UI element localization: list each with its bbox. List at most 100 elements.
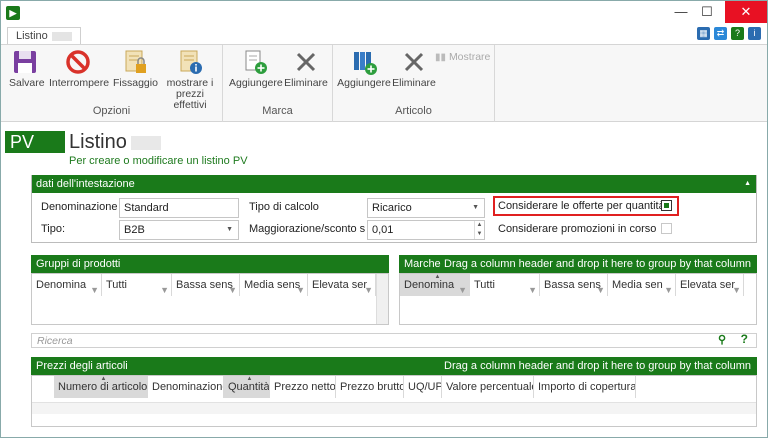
filter-icon[interactable]: ▼: [90, 279, 99, 296]
prezzi-col-valore[interactable]: Valore percentuale: [442, 376, 534, 398]
filter-icon[interactable]: ▼: [528, 279, 537, 296]
info-icon[interactable]: i: [748, 27, 761, 40]
gruppi-col-4[interactable]: Elevata ser ▼: [308, 274, 376, 296]
fissaggio-label: Fissaggio: [113, 77, 158, 89]
filter-icon[interactable]: ▼: [458, 279, 467, 296]
eliminare-articolo-button[interactable]: Eliminare: [391, 49, 437, 89]
eliminare-articolo-label: Eliminare: [392, 77, 436, 89]
add-binders-icon: [351, 49, 377, 75]
page-title: Listino: [69, 131, 161, 154]
tipo-select-value: B2B: [124, 224, 145, 236]
maximize-button[interactable]: ☐: [691, 1, 723, 23]
delete-x-icon: [401, 49, 427, 75]
sort-asc-icon: ▲: [246, 376, 253, 382]
marche-col-3[interactable]: Media sen ▼: [608, 274, 676, 296]
prezzi-col-numero[interactable]: ▲ Numero di articolo: [54, 376, 148, 398]
col-label: Numero di articolo: [58, 381, 148, 393]
help-icon[interactable]: ?: [741, 332, 748, 346]
salvare-button[interactable]: Salvare: [9, 49, 45, 89]
corner-toolbar: ▦ ⇄ ? i: [697, 27, 761, 40]
search-icon[interactable]: ⚲: [718, 333, 726, 346]
sync-icon[interactable]: ⇄: [714, 27, 727, 40]
tipo-calcolo-select[interactable]: Ricarico ▼: [367, 198, 485, 218]
marche-col-1[interactable]: Tutti ▼: [470, 274, 540, 296]
windows-icon[interactable]: ▦: [697, 27, 710, 40]
promozioni-label: Considerare promozioni in corso: [498, 223, 657, 235]
filter-icon[interactable]: ▼: [296, 279, 305, 296]
page-subtitle: Per creare o modificare un listino PV: [69, 155, 248, 167]
ribbon-group-articolo: Aggiungere Eliminare ▮▮ Mostrare Articol…: [333, 45, 495, 122]
marche-col-0[interactable]: ▲ Denomina ▼: [400, 274, 470, 296]
chevron-down-icon: ▼: [226, 226, 233, 233]
maggiorazione-value: 0,01: [372, 224, 394, 236]
filter-icon[interactable]: ▼: [596, 279, 605, 296]
aggiungere-marca-label: Aggiungere: [229, 77, 283, 89]
prezzi-group-hint: Drag a column header and drop it here to…: [444, 360, 751, 372]
group-label-marca: Marca: [262, 105, 293, 117]
col-label: Bassa sens: [544, 279, 601, 291]
eliminare-marca-button[interactable]: Eliminare: [283, 49, 329, 89]
chevron-down-icon: ▼: [472, 204, 479, 211]
mostrare-prezzi-button[interactable]: mostrare i prezzi effettivi: [159, 49, 221, 111]
gruppi-col-3[interactable]: Media sens ▼: [240, 274, 308, 296]
save-icon: [12, 49, 38, 75]
delete-x-icon: [293, 49, 319, 75]
filter-icon[interactable]: ▼: [228, 279, 237, 296]
col-label: Valore percentuale: [446, 381, 534, 393]
salvare-label: Salvare: [9, 77, 45, 89]
aggiungere-marca-button[interactable]: Aggiungere: [229, 49, 283, 89]
gruppi-col-0[interactable]: Denomina ▼: [32, 274, 102, 296]
spin-buttons[interactable]: ▲ ▼: [474, 221, 484, 239]
blurred-text: [130, 135, 161, 150]
prezzi-col-uq-up[interactable]: UQ/UP: [404, 376, 442, 398]
tab-row: Listino ▦ ⇄ ? i: [1, 25, 767, 45]
binders-small-icon: ▮▮: [435, 52, 447, 63]
close-button[interactable]: ✕: [725, 1, 767, 23]
marche-group-hint: Drag a column header and drop it here to…: [444, 258, 751, 270]
promozioni-checkbox[interactable]: [661, 223, 672, 234]
gruppi-col-2[interactable]: Bassa sens ▼: [172, 274, 240, 296]
cancel-icon: [65, 49, 91, 75]
horizontal-scrollbar[interactable]: [32, 402, 756, 414]
col-label: Elevata ser: [312, 279, 368, 291]
tipo-select[interactable]: B2B ▼: [119, 220, 239, 240]
prezzi-col-prezzo-brutto[interactable]: Prezzo brutto: [336, 376, 404, 398]
prezzi-col-denominazione[interactable]: Denominazione: [148, 376, 224, 398]
maggiorazione-label: Maggiorazione/sconto stan: [249, 223, 365, 235]
search-input[interactable]: Ricerca ⚲ ?: [31, 332, 757, 348]
filter-icon[interactable]: ▼: [364, 279, 373, 296]
filter-icon[interactable]: ▼: [160, 279, 169, 296]
tab-listino[interactable]: Listino: [7, 27, 81, 45]
denominazione-field[interactable]: Standard: [119, 198, 239, 218]
title-bar: ▶ — ☐ ✕: [1, 1, 767, 25]
filter-icon[interactable]: ▼: [732, 279, 741, 296]
col-label: Tutti: [474, 279, 495, 291]
col-label: Bassa sens: [176, 279, 233, 291]
tab-listino-label: Listino: [16, 30, 48, 42]
col-label: Denomina: [404, 279, 455, 291]
gruppi-col-1[interactable]: Tutti ▼: [102, 274, 172, 296]
prezzi-col-quantita[interactable]: ▲ Quantità: [224, 376, 270, 398]
tipo-label: Tipo:: [41, 223, 66, 235]
fissaggio-button[interactable]: Fissaggio: [113, 49, 158, 89]
maggiorazione-stepper[interactable]: 0,01 ▲ ▼: [367, 220, 485, 240]
prezzi-title-text: Prezzi degli articoli: [36, 360, 128, 372]
col-label: Importo di copertura: [538, 381, 636, 393]
sort-asc-icon: ▲: [434, 274, 441, 280]
eliminare-marca-label: Eliminare: [284, 77, 328, 89]
sort-asc-icon: ▲: [100, 376, 107, 382]
prezzi-col-prezzo-netto[interactable]: Prezzo netto: [270, 376, 336, 398]
blurred-text: [51, 31, 72, 41]
user-help-icon[interactable]: ?: [731, 27, 744, 40]
filter-icon[interactable]: ▼: [664, 279, 673, 296]
search-placeholder: Ricerca: [37, 335, 73, 347]
marche-col-4[interactable]: Elevata ser ▼: [676, 274, 744, 296]
mostrare-button[interactable]: ▮▮ Mostrare: [435, 52, 495, 64]
prezzi-col-importo[interactable]: Importo di copertura: [534, 376, 636, 398]
aggiungere-articolo-button[interactable]: Aggiungere: [337, 49, 391, 89]
marche-panel-title: Marche Drag a column header and drop it …: [399, 255, 757, 273]
interrompere-button[interactable]: Interrompere: [49, 49, 109, 89]
app-logo-icon: ▶: [6, 6, 20, 20]
marche-col-2[interactable]: Bassa sens ▼: [540, 274, 608, 296]
vertical-scrollbar[interactable]: [376, 274, 388, 324]
